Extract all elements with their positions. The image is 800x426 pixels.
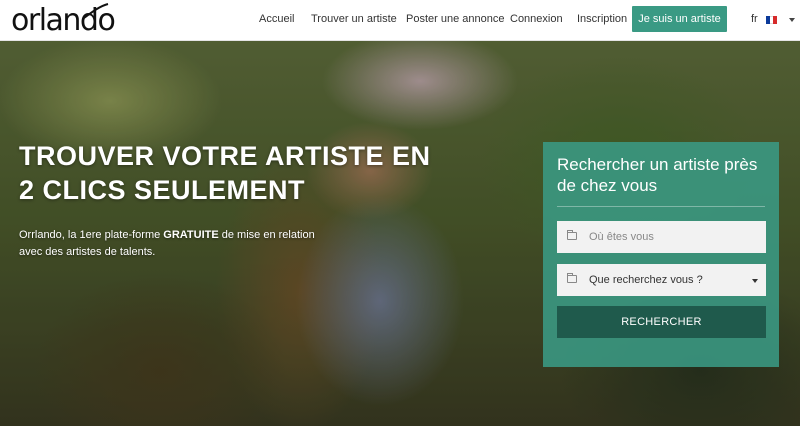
language-selector[interactable]: fr bbox=[751, 13, 758, 25]
search-panel-title: Rechercher un artiste près de chez vous bbox=[557, 155, 758, 195]
top-navbar: orlando Accueil Trouver un artiste Poste… bbox=[0, 0, 800, 41]
logo-swoosh-icon bbox=[83, 3, 109, 19]
nav-accueil[interactable]: Accueil bbox=[259, 13, 294, 25]
nav-connexion[interactable]: Connexion bbox=[510, 13, 563, 25]
panel-divider bbox=[557, 206, 765, 207]
hero-subtitle-bold: GRATUITE bbox=[163, 229, 219, 241]
hero-background-image: TROUVER VOTRE ARTISTE EN 2 CLICS SEULEME… bbox=[0, 41, 800, 426]
search-button[interactable]: RECHERCHER bbox=[557, 306, 766, 338]
hero-subtitle-part1: Orrlando, la 1ere plate-forme bbox=[19, 229, 164, 241]
search-panel: Rechercher un artiste près de chez vous … bbox=[543, 142, 779, 367]
nav-inscription[interactable]: Inscription bbox=[577, 13, 627, 25]
location-field[interactable] bbox=[557, 221, 766, 253]
hero-subtitle: Orrlando, la 1ere plate-forme GRATUITE d… bbox=[19, 227, 339, 261]
hero-title-line2: 2 CLICS SEULEMENT bbox=[19, 175, 306, 205]
folder-icon bbox=[567, 273, 577, 283]
nav-trouver-artiste[interactable]: Trouver un artiste bbox=[311, 13, 397, 25]
caret-down-icon bbox=[752, 279, 758, 283]
hero-title: TROUVER VOTRE ARTISTE EN 2 CLICS SEULEME… bbox=[19, 139, 469, 207]
france-flag-icon[interactable] bbox=[766, 16, 778, 24]
nav-poster-annonce[interactable]: Poster une annonce bbox=[406, 13, 504, 25]
location-input[interactable] bbox=[589, 221, 759, 253]
category-select[interactable]: Que recherchez vous ? bbox=[557, 264, 766, 296]
folder-icon bbox=[567, 230, 577, 240]
hero-title-line1: TROUVER VOTRE ARTISTE EN bbox=[19, 141, 431, 171]
category-select-value: Que recherchez vous ? bbox=[589, 274, 703, 286]
language-caret-down-icon[interactable] bbox=[789, 18, 795, 22]
artist-cta-button[interactable]: Je suis un artiste bbox=[632, 6, 727, 32]
